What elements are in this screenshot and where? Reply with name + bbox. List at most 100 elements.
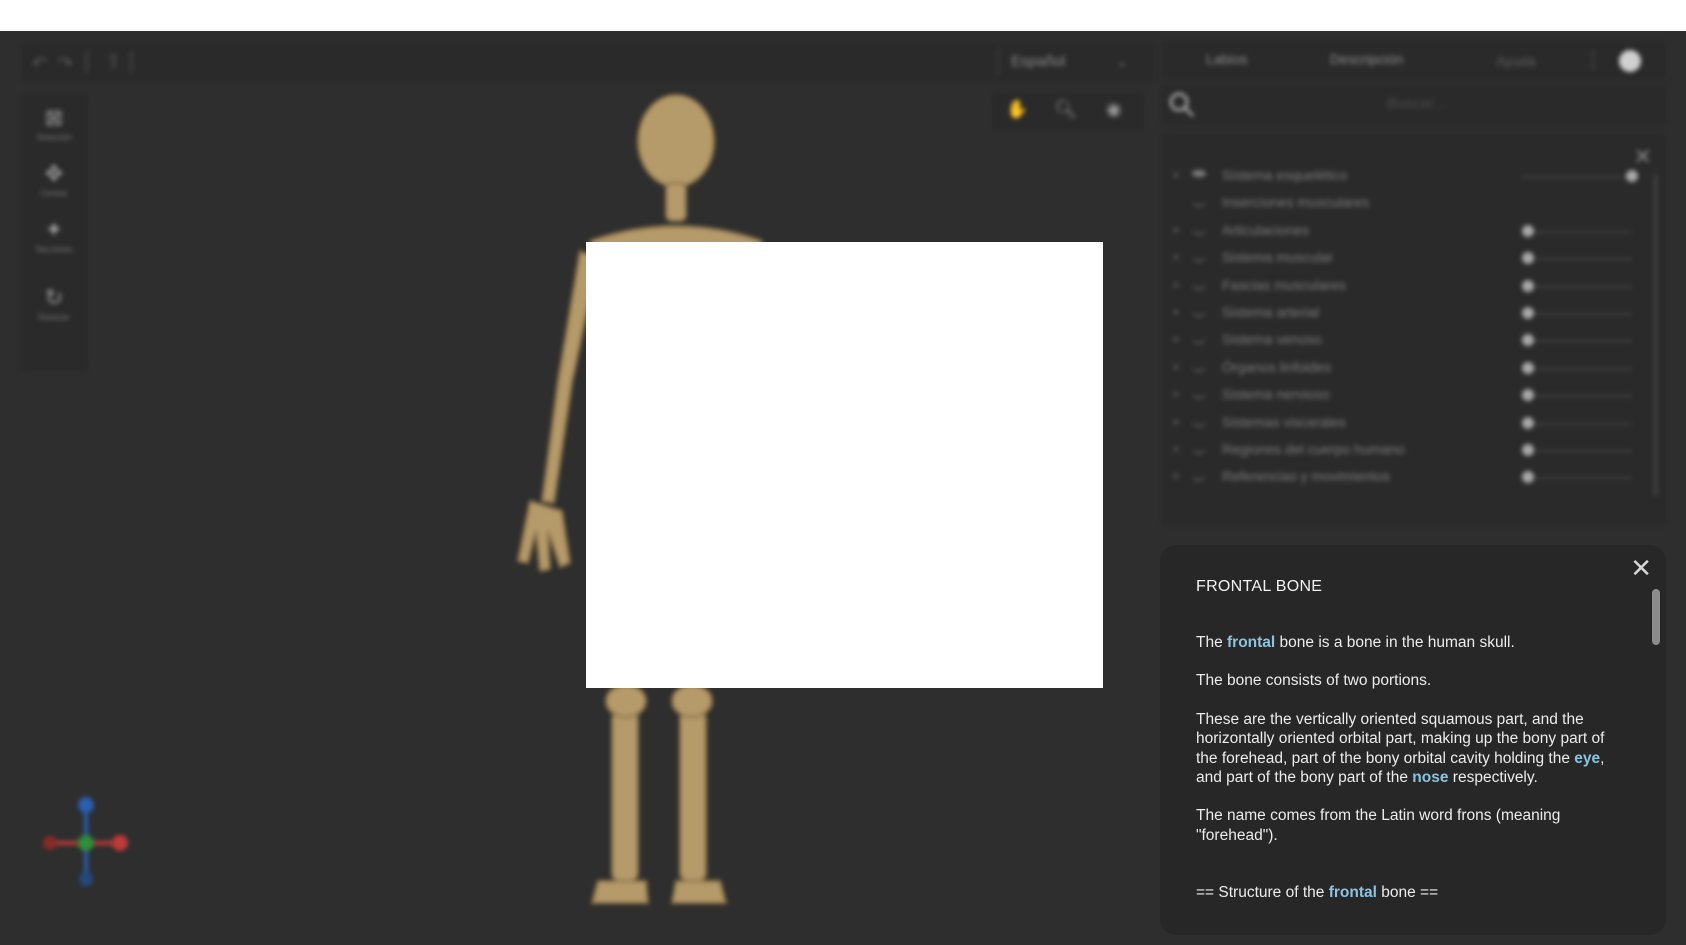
- eye-closed-icon[interactable]: [1192, 419, 1206, 427]
- opacity-slider-handle[interactable]: [1522, 361, 1534, 374]
- layer-row[interactable]: ▸ Sistema muscular: [1162, 246, 1632, 270]
- link-eye[interactable]: eye: [1574, 750, 1600, 767]
- layer-row[interactable]: ▸ Fascias musculares: [1162, 274, 1632, 298]
- description-paragraph: The name comes from the Latin word frons…: [1196, 807, 1561, 844]
- opacity-slider[interactable]: [1522, 285, 1632, 288]
- left-tibia: [611, 710, 639, 882]
- close-icon[interactable]: ✕: [1634, 144, 1652, 170]
- opacity-slider[interactable]: [1522, 340, 1632, 343]
- opacity-slider-handle[interactable]: [1626, 170, 1638, 182]
- neg-x-axis-handle: [43, 836, 57, 850]
- search-icon[interactable]: [1168, 91, 1196, 119]
- description-paragraph: The bone consists of two portions.: [1196, 672, 1432, 690]
- view-controls: ✋ 🔍︎ ◉: [992, 93, 1144, 129]
- select-tool-button[interactable]: ⊠ Selección: [20, 103, 88, 159]
- eye-open-icon[interactable]: [1192, 170, 1206, 177]
- redo-icon[interactable]: ↷: [58, 53, 73, 74]
- tab-help[interactable]: Ayuda: [1496, 53, 1535, 69]
- description-scrollbar[interactable]: [1652, 589, 1660, 645]
- layer-row[interactable]: Inserciones musculares: [1162, 191, 1632, 215]
- center-tool-button[interactable]: ✥ Centrar: [20, 159, 88, 215]
- eye-closed-icon[interactable]: [1192, 282, 1206, 290]
- layer-row[interactable]: ▸ Sistema arterial: [1162, 301, 1632, 325]
- opacity-slider-handle[interactable]: [1522, 471, 1534, 484]
- opacity-slider[interactable]: [1522, 313, 1632, 315]
- reset-tool-label: Reiniciar: [38, 313, 70, 322]
- expand-arrow-icon[interactable]: ▸: [1174, 305, 1180, 318]
- layer-row[interactable]: ▸ Sistema nervioso: [1162, 383, 1632, 407]
- language-value: Español: [1011, 53, 1066, 70]
- opacity-slider-handle[interactable]: [1522, 389, 1534, 402]
- layer-row[interactable]: ▸ Articulaciones: [1162, 219, 1632, 243]
- layer-name: Sistema muscular: [1222, 249, 1334, 266]
- layers-scrollbar[interactable]: [1653, 174, 1658, 496]
- layer-row[interactable]: ▸ Órganos linfoides: [1162, 356, 1632, 380]
- opacity-slider[interactable]: [1522, 258, 1632, 261]
- eye-icon[interactable]: ◉: [1106, 99, 1122, 120]
- search-input[interactable]: Buscar...: [1387, 95, 1445, 112]
- expand-arrow-icon[interactable]: ▸: [1174, 415, 1180, 428]
- gear-icon[interactable]: [1619, 50, 1641, 72]
- opacity-slider-handle[interactable]: [1522, 416, 1534, 429]
- skull: [637, 94, 715, 188]
- eye-closed-icon[interactable]: [1192, 336, 1206, 345]
- reset-tool-button[interactable]: ↻ Reiniciar: [20, 283, 88, 339]
- eye-closed-icon[interactable]: [1192, 199, 1206, 208]
- expand-arrow-icon[interactable]: ▸: [1174, 469, 1180, 482]
- eye-closed-icon[interactable]: [1192, 309, 1206, 317]
- layer-row[interactable]: ▸ Sistema esquelético: [1162, 164, 1638, 188]
- description-title: FRONTAL BONE: [1196, 578, 1323, 595]
- opacity-slider[interactable]: [1522, 395, 1632, 398]
- eye-closed-icon[interactable]: [1192, 473, 1206, 482]
- expand-arrow-icon[interactable]: ▸: [1174, 250, 1180, 263]
- link-frontal[interactable]: frontal: [1329, 884, 1377, 901]
- layer-row[interactable]: ▸ Sistemas viscerales: [1162, 411, 1632, 435]
- link-nose[interactable]: nose: [1412, 769, 1448, 786]
- tab-description[interactable]: Descripción: [1330, 51, 1403, 67]
- close-icon[interactable]: ✕: [1630, 553, 1652, 584]
- expand-arrow-icon[interactable]: ▸: [1174, 223, 1180, 236]
- expand-arrow-icon[interactable]: ▸: [1174, 332, 1180, 345]
- expand-arrow-icon[interactable]: ▸: [1174, 168, 1180, 181]
- opacity-slider[interactable]: [1522, 230, 1632, 233]
- toolbar-divider: [86, 51, 88, 73]
- zoom-icon[interactable]: 🔍︎: [1054, 99, 1077, 120]
- eye-closed-icon[interactable]: [1192, 227, 1206, 235]
- expand-arrow-icon[interactable]: ▸: [1174, 442, 1180, 455]
- expand-arrow-icon[interactable]: ▸: [1174, 387, 1180, 400]
- search-bar: Buscar...: [1162, 85, 1666, 125]
- layer-row[interactable]: ▸ Sistema venoso: [1162, 328, 1632, 352]
- opacity-slider[interactable]: [1522, 450, 1632, 452]
- eye-closed-icon[interactable]: [1192, 254, 1206, 263]
- opacity-slider[interactable]: [1522, 367, 1632, 370]
- opacity-slider[interactable]: [1522, 422, 1632, 425]
- opacity-slider-handle[interactable]: [1522, 279, 1534, 292]
- opacity-slider-handle[interactable]: [1522, 444, 1534, 456]
- opacity-slider-handle[interactable]: [1522, 334, 1534, 347]
- opacity-slider-handle[interactable]: [1522, 307, 1534, 319]
- layer-row[interactable]: ▸ Regiones del cuerpo humano: [1162, 438, 1632, 462]
- link-frontal[interactable]: frontal: [1227, 634, 1275, 651]
- hand-icon[interactable]: ✋: [1006, 99, 1028, 120]
- eye-closed-icon[interactable]: [1192, 391, 1206, 400]
- section-tool-button[interactable]: ✦ Secciones: [20, 215, 88, 271]
- tool-palette: ⊠ Selección ✥ Centrar ✦ Secciones ↻ Rein…: [20, 95, 88, 371]
- export-icon[interactable]: ⇪: [106, 51, 121, 72]
- layer-row[interactable]: ▸ Referencias y movimientos: [1162, 465, 1632, 489]
- orientation-gizmo[interactable]: [36, 793, 136, 893]
- blank-overlay: [586, 242, 1103, 688]
- undo-icon[interactable]: ↶: [32, 53, 47, 74]
- text: == Structure of the: [1196, 884, 1329, 902]
- opacity-slider[interactable]: [1522, 176, 1632, 178]
- layer-name: Sistema nervioso: [1222, 386, 1330, 403]
- eye-closed-icon[interactable]: [1192, 446, 1206, 454]
- opacity-slider[interactable]: [1522, 477, 1632, 480]
- eye-closed-icon[interactable]: [1192, 364, 1206, 372]
- expand-arrow-icon[interactable]: ▸: [1174, 278, 1180, 291]
- opacity-slider-handle[interactable]: [1522, 224, 1534, 237]
- opacity-slider-handle[interactable]: [1522, 252, 1534, 265]
- expand-arrow-icon[interactable]: ▸: [1174, 360, 1180, 373]
- language-select[interactable]: Español ⌄: [997, 48, 1137, 76]
- tab-labels[interactable]: Labios: [1206, 51, 1247, 67]
- text: bone is a bone in the human skull.: [1275, 634, 1515, 651]
